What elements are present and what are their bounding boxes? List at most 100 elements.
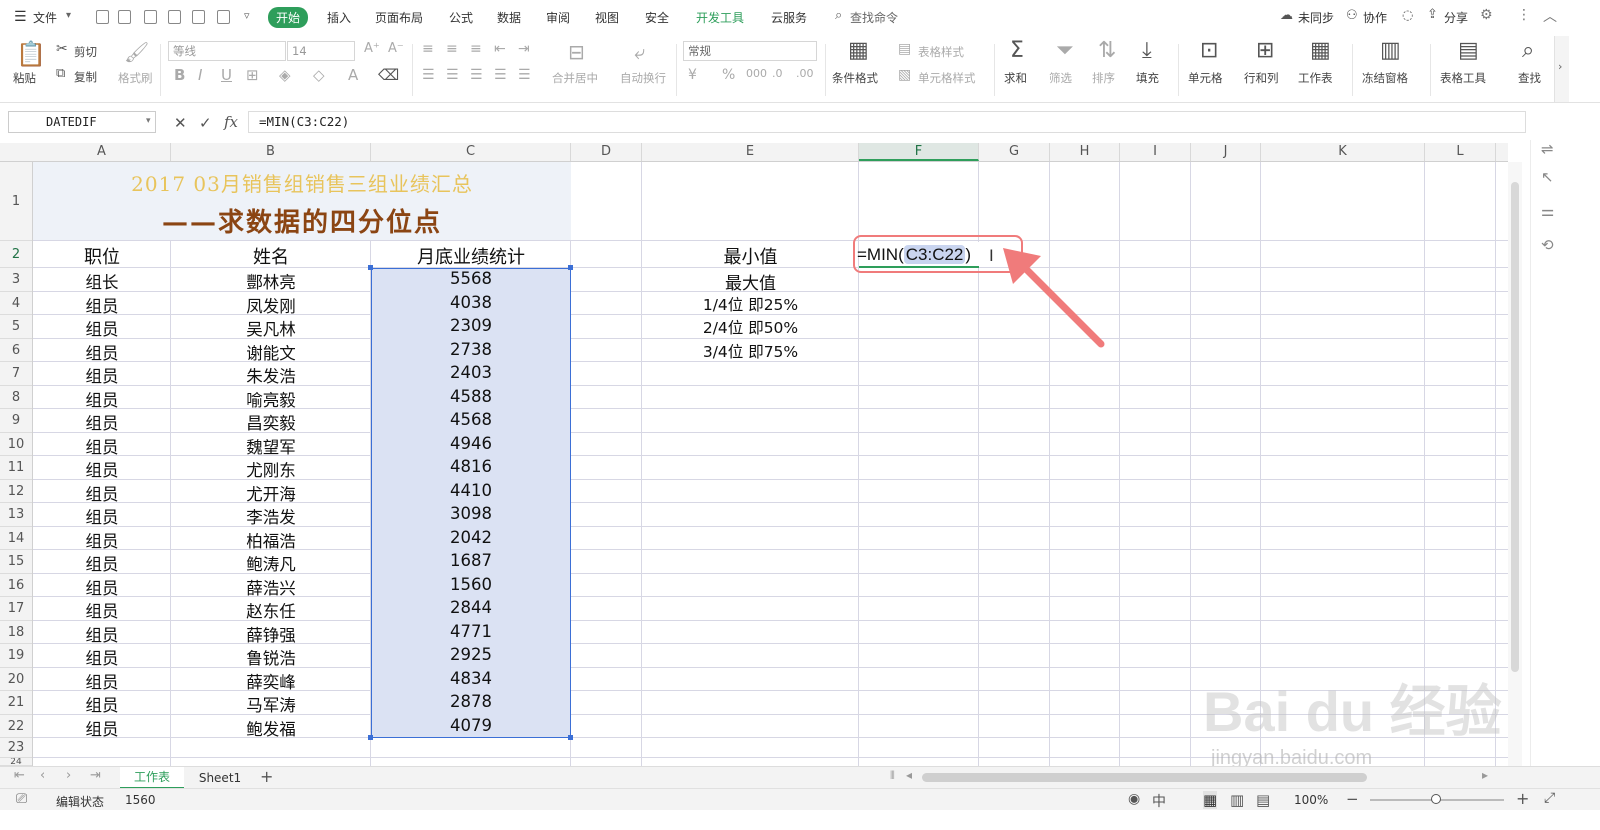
worksheet-button[interactable]: 工作表 <box>1298 70 1333 86</box>
prev-sheet-icon[interactable]: ‹ <box>40 768 45 783</box>
cell-name[interactable]: 柏福浩 <box>171 528 371 552</box>
cell-grid[interactable]: 2017 03月销售组销售三组业绩汇总 ——求数据的四分位点 职位 姓名 月底业… <box>33 162 1508 766</box>
file-menu[interactable]: 文件 <box>33 9 57 26</box>
history-icon[interactable]: ⟲ <box>1541 236 1554 254</box>
cell-value[interactable]: 5568 <box>371 269 571 288</box>
chevron-right-icon[interactable]: › <box>1558 60 1562 73</box>
cell-button[interactable]: 单元格 <box>1188 70 1223 86</box>
row-header[interactable]: 18 <box>0 621 32 644</box>
row-header[interactable]: 21 <box>0 691 32 715</box>
col-header-b[interactable]: B <box>171 143 371 161</box>
pointer-icon[interactable]: ↖ <box>1541 168 1554 186</box>
freeze-button[interactable]: 冻结窗格 <box>1362 70 1408 86</box>
cell-value[interactable]: 4816 <box>371 457 571 476</box>
wrap-icon[interactable]: ⤶ <box>634 42 645 62</box>
cell-name[interactable]: 李浩发 <box>171 504 371 528</box>
input-method-icon[interactable]: 中 <box>1152 791 1166 811</box>
cell-value[interactable]: 4771 <box>371 622 571 641</box>
paste-icon[interactable]: 📋 <box>16 42 46 66</box>
page-break-icon[interactable]: ▤ <box>1256 791 1270 809</box>
sheet-tab-active[interactable]: 工作表 <box>120 767 184 789</box>
distribute-icon[interactable]: ☰ <box>518 68 531 82</box>
col-header-d[interactable]: D <box>571 143 642 161</box>
new-doc-icon[interactable] <box>96 10 109 24</box>
cond-format-button[interactable]: 条件格式 <box>832 70 878 86</box>
panel-toggle-icon[interactable]: ⇌ <box>1541 140 1554 158</box>
selection-handle[interactable] <box>568 735 573 740</box>
cell-position[interactable]: 组员 <box>33 481 171 505</box>
row-header[interactable]: 10 <box>0 433 32 456</box>
col-header-g[interactable]: G <box>979 143 1050 161</box>
cell-name[interactable]: 昌奕毅 <box>171 410 371 434</box>
cell-name[interactable]: 薛浩兴 <box>171 575 371 599</box>
currency-icon[interactable]: ¥ <box>688 68 697 82</box>
cell-name[interactable]: 酆林亮 <box>171 269 371 293</box>
row-header[interactable]: 24 <box>0 758 32 766</box>
cell-name[interactable]: 薛铮强 <box>171 622 371 646</box>
last-sheet-icon[interactable]: ⇥ <box>90 768 101 783</box>
filter-icon[interactable]: ⏷ <box>1056 40 1074 62</box>
scroll-left-icon[interactable]: ◂ <box>906 768 912 782</box>
cell-position[interactable]: 组员 <box>33 410 171 434</box>
cell-name[interactable]: 朱发浩 <box>171 363 371 387</box>
vertical-scroll-thumb[interactable] <box>1511 182 1519 672</box>
ribbon-scroll-right[interactable]: › <box>1554 36 1569 102</box>
cell-value[interactable]: 4588 <box>371 387 571 406</box>
user-icon[interactable]: ⚇ <box>1346 8 1358 23</box>
number-format-select[interactable]: 常规 <box>683 41 817 61</box>
cell-value[interactable]: 3098 <box>371 504 571 523</box>
normal-view-icon[interactable]: ▦ <box>1203 791 1218 809</box>
cell-name[interactable]: 马军涛 <box>171 692 371 716</box>
scissors-icon[interactable]: ✂ <box>56 42 68 56</box>
fill-icon[interactable]: ⤓ <box>1142 40 1152 62</box>
cut-button[interactable]: 剪切 <box>74 44 97 60</box>
tab-security[interactable]: 安全 <box>645 9 669 26</box>
tab-review[interactable]: 审阅 <box>546 9 570 26</box>
col-header-c[interactable]: C <box>371 143 571 161</box>
sum-button[interactable]: 求和 <box>1004 70 1027 86</box>
cell-value[interactable]: 4410 <box>371 481 571 500</box>
cell-value[interactable]: 1560 <box>371 575 571 594</box>
zoom-level[interactable]: 100% <box>1294 793 1328 807</box>
align-right-icon[interactable]: ☰ <box>470 68 483 82</box>
copy-icon[interactable]: ⧉ <box>56 67 65 80</box>
cell-position[interactable]: 组员 <box>33 692 171 716</box>
cell-position[interactable]: 组员 <box>33 340 171 364</box>
cell-position[interactable]: 组员 <box>33 528 171 552</box>
sliders-icon[interactable]: ⚌ <box>1541 202 1554 220</box>
merge-icon[interactable]: ⊟ <box>568 42 585 62</box>
sort-icon[interactable]: ⇅ <box>1098 40 1116 62</box>
cell-position[interactable]: 组员 <box>33 645 171 669</box>
cell-value[interactable]: 2309 <box>371 316 571 335</box>
font-grow-icon[interactable]: A⁺ <box>364 42 380 55</box>
confirm-icon[interactable]: ✓ <box>199 114 212 132</box>
row-header[interactable]: 6 <box>0 339 32 362</box>
cell-name[interactable]: 凤发刚 <box>171 293 371 317</box>
chevron-up-icon[interactable]: ︿ <box>1543 6 1557 26</box>
format-painter-button[interactable]: 格式刷 <box>118 70 153 86</box>
cell-name[interactable]: 鲍涛凡 <box>171 551 371 575</box>
filter-button[interactable]: 筛选 <box>1049 70 1072 86</box>
font-color-icon[interactable]: A <box>348 68 358 83</box>
tab-data[interactable]: 数据 <box>497 9 521 26</box>
cell-position[interactable]: 组员 <box>33 293 171 317</box>
find-button[interactable]: 查找 <box>1518 70 1541 86</box>
print-icon[interactable] <box>192 10 205 24</box>
align-bottom-icon[interactable]: ≡ <box>470 42 482 56</box>
macro-icon[interactable]: ⎚ <box>16 791 27 807</box>
cell-value[interactable]: 1687 <box>371 551 571 570</box>
font-shrink-icon[interactable]: A⁻ <box>388 42 404 55</box>
cell-position[interactable]: 组员 <box>33 387 171 411</box>
row-header[interactable]: 12 <box>0 480 32 503</box>
cell-value[interactable]: 4946 <box>371 434 571 453</box>
next-sheet-icon[interactable]: › <box>66 768 71 783</box>
horizontal-scroll-thumb[interactable] <box>922 773 1367 782</box>
cell-value[interactable]: 4834 <box>371 669 571 688</box>
justify-icon[interactable]: ☰ <box>494 68 507 82</box>
tab-page-layout[interactable]: 页面布局 <box>375 9 423 26</box>
merge-center-button[interactable]: 合并居中 <box>552 70 598 86</box>
cell-name[interactable]: 鲍发福 <box>171 716 371 740</box>
cell-position[interactable]: 组员 <box>33 669 171 693</box>
fill-color-icon[interactable]: ◈ <box>279 68 291 83</box>
brush-icon[interactable]: 🖌 <box>124 42 149 62</box>
